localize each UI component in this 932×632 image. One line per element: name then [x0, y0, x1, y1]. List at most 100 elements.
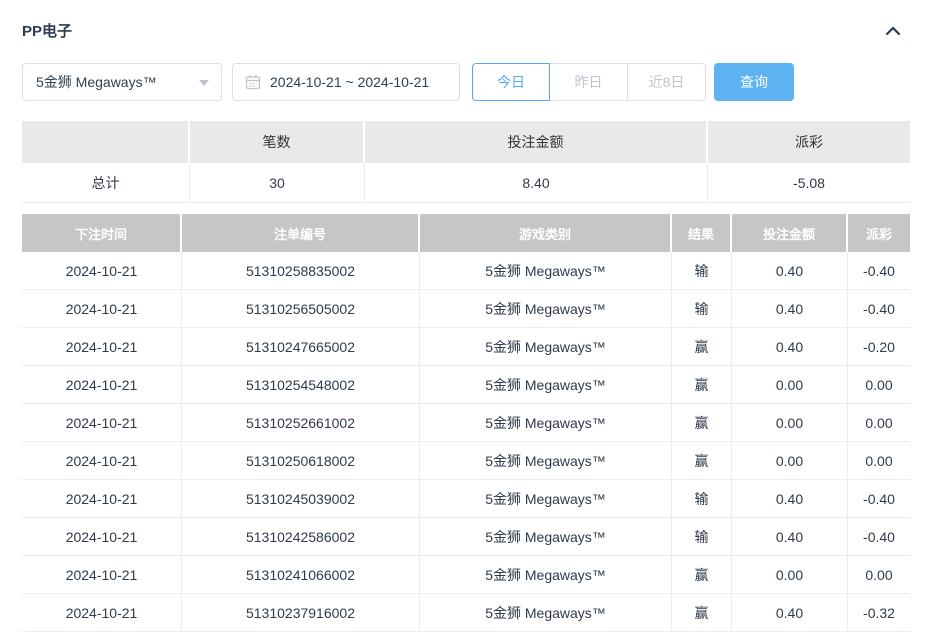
- cell-bet-time: 2024-10-21: [22, 252, 182, 290]
- summary-total-bet-amount: 8.40: [365, 163, 708, 203]
- cell-result: 输: [672, 252, 732, 290]
- panel: PP电子 5金狮 Megaways™ 2024-10-21 ~ 2024-10-…: [0, 0, 932, 632]
- cell-order-id: 51310242586002: [182, 518, 420, 556]
- quick-date-button-group: 今日 昨日 近8日: [472, 63, 706, 101]
- panel-header: PP电子: [22, 20, 910, 41]
- cell-bet-amount: 0.40: [732, 328, 848, 366]
- chevron-down-icon: [199, 80, 209, 86]
- game-select-value: 5金狮 Megaways™: [36, 72, 157, 92]
- cell-payout: 0.00: [848, 442, 910, 480]
- cell-bet-time: 2024-10-21: [22, 290, 182, 328]
- cell-bet-amount: 0.40: [732, 252, 848, 290]
- cell-bet-time: 2024-10-21: [22, 556, 182, 594]
- header-bet-time: 下注时间: [22, 214, 182, 252]
- summary-header-bet-amount: 投注金额: [365, 121, 708, 163]
- cell-result: 赢: [672, 442, 732, 480]
- filter-bar: 5金狮 Megaways™ 2024-10-21 ~ 2024-10-21 今日…: [22, 63, 910, 101]
- bet-table-body: 2024-10-21 51310258835002 5金狮 Megaways™ …: [22, 252, 910, 632]
- cell-payout: 0.00: [848, 366, 910, 404]
- cell-bet-amount: 0.00: [732, 404, 848, 442]
- cell-result: 赢: [672, 366, 732, 404]
- cell-bet-time: 2024-10-21: [22, 480, 182, 518]
- cell-bet-time: 2024-10-21: [22, 404, 182, 442]
- header-payout: 派彩: [848, 214, 910, 252]
- cell-result: 输: [672, 290, 732, 328]
- yesterday-button[interactable]: 昨日: [550, 63, 628, 101]
- calendar-icon: [245, 74, 261, 90]
- cell-payout: 0.00: [848, 404, 910, 442]
- summary-header-row: 笔数 投注金额 派彩: [22, 121, 910, 163]
- cell-bet-amount: 0.40: [732, 290, 848, 328]
- cell-bet-time: 2024-10-21: [22, 366, 182, 404]
- cell-order-id: 51310247665002: [182, 328, 420, 366]
- bet-records-table: 下注时间 注单编号 游戏类别 结果 投注金额 派彩 2024-10-21 513…: [22, 214, 910, 632]
- cell-bet-time: 2024-10-21: [22, 594, 182, 632]
- cell-bet-time: 2024-10-21: [22, 442, 182, 480]
- summary-table: 笔数 投注金额 派彩 总计 30 8.40 -5.08: [22, 121, 910, 203]
- cell-result: 赢: [672, 328, 732, 366]
- cell-game-category: 5金狮 Megaways™: [420, 366, 672, 404]
- date-range-value: 2024-10-21 ~ 2024-10-21: [270, 74, 429, 90]
- last-8-days-button[interactable]: 近8日: [628, 63, 706, 101]
- cell-result: 赢: [672, 556, 732, 594]
- cell-bet-amount: 0.40: [732, 480, 848, 518]
- table-row: 2024-10-21 51310247665002 5金狮 Megaways™ …: [22, 328, 910, 366]
- header-game-category: 游戏类别: [420, 214, 672, 252]
- game-select[interactable]: 5金狮 Megaways™: [22, 63, 222, 101]
- table-row: 2024-10-21 51310256505002 5金狮 Megaways™ …: [22, 290, 910, 328]
- cell-order-id: 51310237916002: [182, 594, 420, 632]
- table-row: 2024-10-21 51310237916002 5金狮 Megaways™ …: [22, 594, 910, 632]
- table-row: 2024-10-21 51310252661002 5金狮 Megaways™ …: [22, 404, 910, 442]
- cell-order-id: 51310241066002: [182, 556, 420, 594]
- summary-header-payout: 派彩: [708, 121, 910, 163]
- chevron-up-icon[interactable]: [884, 24, 902, 38]
- summary-total-payout: -5.08: [708, 163, 910, 203]
- summary-total-label: 总计: [22, 163, 190, 203]
- cell-order-id: 51310254548002: [182, 366, 420, 404]
- cell-bet-amount: 0.00: [732, 556, 848, 594]
- cell-order-id: 51310250618002: [182, 442, 420, 480]
- cell-payout: -0.40: [848, 480, 910, 518]
- cell-order-id: 51310256505002: [182, 290, 420, 328]
- table-row: 2024-10-21 51310250618002 5金狮 Megaways™ …: [22, 442, 910, 480]
- header-order-id: 注单编号: [182, 214, 420, 252]
- summary-header-blank: [22, 121, 190, 163]
- cell-order-id: 51310252661002: [182, 404, 420, 442]
- cell-game-category: 5金狮 Megaways™: [420, 328, 672, 366]
- cell-bet-amount: 0.40: [732, 518, 848, 556]
- table-row: 2024-10-21 51310242586002 5金狮 Megaways™ …: [22, 518, 910, 556]
- cell-game-category: 5金狮 Megaways™: [420, 290, 672, 328]
- cell-bet-amount: 0.00: [732, 366, 848, 404]
- table-row: 2024-10-21 51310258835002 5金狮 Megaways™ …: [22, 252, 910, 290]
- summary-total-row: 总计 30 8.40 -5.08: [22, 163, 910, 203]
- cell-result: 赢: [672, 404, 732, 442]
- cell-game-category: 5金狮 Megaways™: [420, 442, 672, 480]
- cell-game-category: 5金狮 Megaways™: [420, 594, 672, 632]
- today-button[interactable]: 今日: [472, 63, 550, 101]
- cell-payout: -0.40: [848, 290, 910, 328]
- cell-payout: -0.20: [848, 328, 910, 366]
- cell-payout: -0.32: [848, 594, 910, 632]
- summary-total-count: 30: [190, 163, 365, 203]
- header-result: 结果: [672, 214, 732, 252]
- cell-result: 输: [672, 480, 732, 518]
- summary-header-count: 笔数: [190, 121, 365, 163]
- cell-game-category: 5金狮 Megaways™: [420, 480, 672, 518]
- cell-result: 赢: [672, 594, 732, 632]
- panel-title: PP电子: [22, 20, 72, 41]
- cell-payout: 0.00: [848, 556, 910, 594]
- query-button[interactable]: 查询: [714, 63, 794, 101]
- cell-result: 输: [672, 518, 732, 556]
- cell-bet-time: 2024-10-21: [22, 328, 182, 366]
- cell-order-id: 51310258835002: [182, 252, 420, 290]
- cell-payout: -0.40: [848, 252, 910, 290]
- cell-game-category: 5金狮 Megaways™: [420, 404, 672, 442]
- header-bet-amount: 投注金额: [732, 214, 848, 252]
- cell-game-category: 5金狮 Megaways™: [420, 518, 672, 556]
- cell-bet-amount: 0.00: [732, 442, 848, 480]
- cell-bet-amount: 0.40: [732, 594, 848, 632]
- date-range-input[interactable]: 2024-10-21 ~ 2024-10-21: [232, 63, 460, 101]
- table-row: 2024-10-21 51310245039002 5金狮 Megaways™ …: [22, 480, 910, 518]
- bet-table-header-row: 下注时间 注单编号 游戏类别 结果 投注金额 派彩: [22, 214, 910, 252]
- cell-bet-time: 2024-10-21: [22, 518, 182, 556]
